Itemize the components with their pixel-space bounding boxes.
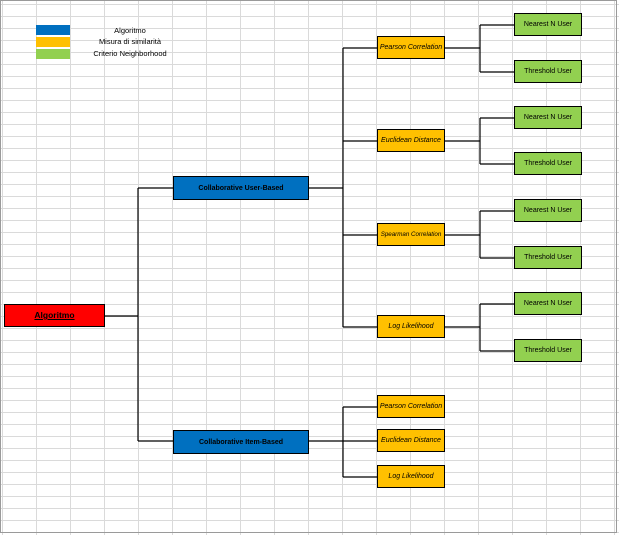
item-measure-loglikelihood-box: Log Likelihood — [377, 465, 445, 488]
criterion-threshold-user-box: Threshold User — [514, 60, 582, 83]
criterion-nearest-n-user-box: Nearest N User — [514, 199, 582, 222]
criterion-threshold-user-box: Threshold User — [514, 339, 582, 362]
user-based-algorithm-box: Collaborative User-Based — [173, 176, 309, 200]
criterion-threshold-user-box: Threshold User — [514, 246, 582, 269]
user-measure-pearson-box: Pearson Correlation — [377, 36, 445, 59]
root-algorithm-box: Algoritmo — [4, 304, 105, 327]
criterion-nearest-n-user-box: Nearest N User — [514, 13, 582, 36]
criterion-nearest-n-user-box: Nearest N User — [514, 292, 582, 315]
item-measure-euclidean-box: Euclidean Distance — [377, 429, 445, 452]
user-measure-spearman-box: Spearman Correlation — [377, 223, 445, 246]
item-measure-pearson-box: Pearson Correlation — [377, 395, 445, 418]
criterion-threshold-user-box: Threshold User — [514, 152, 582, 175]
criterion-nearest-n-user-box: Nearest N User — [514, 106, 582, 129]
item-based-algorithm-box: Collaborative Item-Based — [173, 430, 309, 454]
user-measure-loglikelihood-box: Log Likelihood — [377, 315, 445, 338]
user-measure-euclidean-box: Euclidean Distance — [377, 129, 445, 152]
